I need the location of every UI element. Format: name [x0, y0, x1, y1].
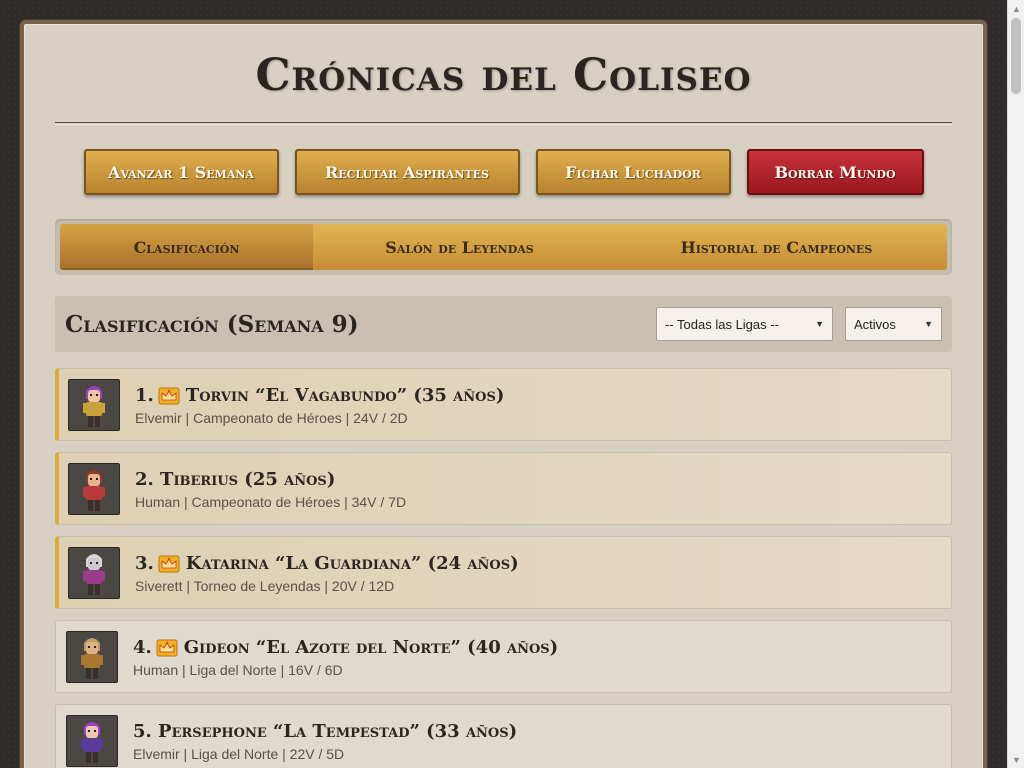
advance-week-button[interactable]: Avanzar 1 Semana	[83, 149, 279, 195]
fighter-name: 3. Katarina “La Guardiana” (24 años)	[135, 552, 519, 574]
fighter-details: Human | Liga del Norte | 16V / 6D	[133, 661, 343, 678]
row-text: 4. Gideon “El Azote del Norte” (40 años)…	[133, 636, 558, 678]
status-filter-value: Activos	[854, 316, 896, 332]
rank-number: 1.	[135, 384, 154, 406]
table-row[interactable]: 1. Torvin “El Vagabundo” (35 años) Elvem…	[55, 368, 952, 441]
fighter-sprite-icon	[81, 721, 103, 763]
chevron-down-icon: ▼	[815, 319, 824, 329]
crown-icon	[158, 555, 180, 573]
tab-bar: Clasificación Salón de Leyendas Historia…	[55, 219, 952, 275]
fighter-name: 2. Tiberius (25 años)	[135, 468, 336, 490]
page-title: Crónicas del Coliseo	[255, 50, 752, 101]
standings-title: Clasificación (Semana 9)	[65, 310, 359, 338]
rank-number: 3.	[135, 552, 154, 574]
crown-icon	[156, 639, 178, 657]
title-divider	[55, 122, 952, 125]
table-row[interactable]: 4. Gideon “El Azote del Norte” (40 años)…	[55, 620, 952, 693]
status-filter-select[interactable]: Activos ▼	[845, 307, 942, 341]
main-panel: Crónicas del Coliseo Avanzar 1 Semana Re…	[20, 20, 987, 768]
tab-hall-of-legends[interactable]: Salón de Leyendas	[313, 224, 606, 270]
standings-list: 1. Torvin “El Vagabundo” (35 años) Elvem…	[55, 368, 952, 768]
rank-number: 4.	[133, 636, 152, 658]
recruit-aspirants-button[interactable]: Reclutar Aspirantes	[294, 149, 520, 195]
tab-standings[interactable]: Clasificación	[60, 224, 313, 270]
action-bar: Avanzar 1 Semana Reclutar Aspirantes Fic…	[55, 149, 952, 195]
fighter-avatar	[66, 630, 118, 683]
scroll-down-icon[interactable]: ▼	[1008, 751, 1024, 768]
sign-fighter-button[interactable]: Fichar Luchador	[535, 149, 731, 195]
scroll-up-icon[interactable]: ▲	[1008, 0, 1024, 17]
table-row[interactable]: 5. Persephone “La Tempestad” (33 años) E…	[55, 704, 952, 768]
fighter-details: Elvemir | Liga del Norte | 22V / 5D	[133, 745, 345, 762]
row-text: 3. Katarina “La Guardiana” (24 años) Siv…	[135, 552, 519, 594]
table-row[interactable]: 2. Tiberius (25 años) Human | Campeonato…	[55, 452, 952, 525]
fighter-sprite-icon	[83, 469, 105, 511]
standings-header: Clasificación (Semana 9) -- Todas las Li…	[55, 296, 952, 352]
crown-icon	[158, 387, 180, 405]
league-filter-value: -- Todas las Ligas --	[665, 316, 779, 332]
fighter-name: 4. Gideon “El Azote del Norte” (40 años)	[133, 636, 559, 658]
table-row[interactable]: 3. Katarina “La Guardiana” (24 años) Siv…	[55, 536, 952, 609]
page-scrollbar[interactable]: ▲ ▼	[1007, 0, 1024, 768]
row-text: 2. Tiberius (25 años) Human | Campeonato…	[135, 468, 406, 510]
row-text: 5. Persephone “La Tempestad” (33 años) E…	[133, 720, 517, 762]
fighter-sprite-icon	[83, 553, 105, 595]
row-text: 1. Torvin “El Vagabundo” (35 años) Elvem…	[135, 384, 504, 426]
fighter-sprite-icon	[83, 385, 105, 427]
fighter-sprite-icon	[81, 637, 103, 679]
fighter-details: Elvemir | Campeonato de Héroes | 24V / 2…	[135, 409, 408, 426]
fighter-avatar	[68, 378, 120, 431]
fighter-avatar	[68, 462, 120, 515]
delete-world-button[interactable]: Borrar Mundo	[746, 149, 924, 195]
fighter-details: Siverett | Torneo de Leyendas | 20V / 12…	[135, 577, 395, 594]
scrollbar-thumb[interactable]	[1011, 18, 1021, 94]
page-background: Crónicas del Coliseo Avanzar 1 Semana Re…	[0, 0, 1007, 768]
chevron-down-icon: ▼	[924, 319, 933, 329]
tab-champions-history[interactable]: Historial de Campeones	[606, 224, 947, 270]
fighter-avatar	[66, 714, 118, 767]
league-filter-select[interactable]: -- Todas las Ligas -- ▼	[656, 307, 833, 341]
fighter-details: Human | Campeonato de Héroes | 34V / 7D	[135, 493, 407, 510]
fighter-name: 5. Persephone “La Tempestad” (33 años)	[133, 720, 518, 742]
fighter-name: 1. Torvin “El Vagabundo” (35 años)	[135, 384, 505, 406]
fighter-avatar	[68, 546, 120, 599]
